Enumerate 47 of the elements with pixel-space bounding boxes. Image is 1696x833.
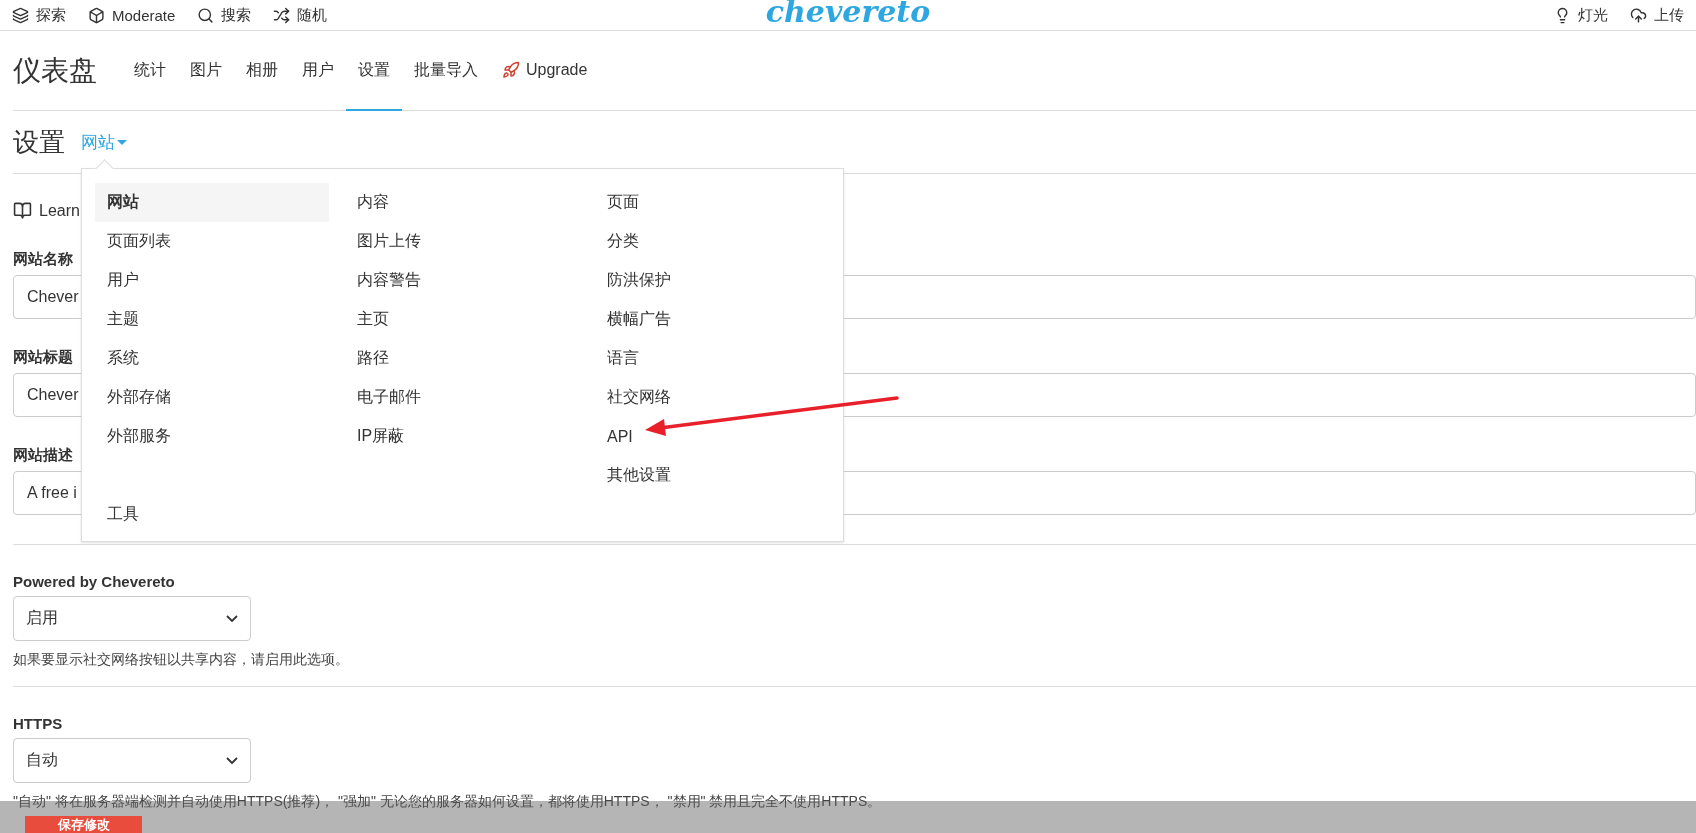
menu-item[interactable]: 分类 (595, 222, 829, 261)
book-icon (13, 201, 32, 220)
select-field[interactable]: 启用 (13, 596, 251, 641)
nav-tab[interactable]: Upgrade (490, 31, 600, 111)
menu-item[interactable]: API (595, 417, 829, 456)
shuffle-icon (273, 6, 291, 24)
top-nav-link[interactable]: 上传 (1630, 5, 1684, 25)
menu-item[interactable]: 图片上传 (345, 222, 579, 261)
top-nav-link[interactable]: 探索 (12, 5, 66, 25)
menu-item[interactable]: 外部服务 (95, 417, 329, 456)
menu-item[interactable]: 电子邮件 (345, 378, 579, 417)
cloud-upload-icon (1630, 6, 1647, 24)
top-nav-link[interactable]: 灯光 (1554, 5, 1608, 25)
chevron-icon (226, 757, 238, 764)
search-icon (197, 6, 215, 24)
caret-icon (117, 139, 127, 145)
cube-icon (88, 6, 105, 24)
field-label: Powered by Chevereto (13, 573, 175, 590)
rocket-icon (502, 61, 520, 79)
menu-item[interactable]: 页面 (595, 183, 829, 222)
chevron-icon (226, 615, 238, 622)
help-text: 如果要显示社交网络按钮以共享内容，请启用此选项。 (13, 651, 350, 669)
nav-tab[interactable]: 图片 (178, 31, 234, 111)
field-label: 网站描述 (13, 446, 73, 465)
layers-icon (12, 6, 29, 24)
nav-tab[interactable]: 批量导入 (402, 31, 490, 111)
nav-tab[interactable]: 设置 (346, 31, 402, 111)
top-nav-link[interactable]: 搜索 (197, 5, 252, 25)
section-title: 设置 (13, 125, 65, 159)
learn-link[interactable]: Learn (39, 201, 80, 220)
menu-item[interactable]: 内容 (345, 183, 579, 222)
page-title: 仪表盘 (13, 53, 97, 88)
save-button[interactable]: 保存修改 (25, 816, 142, 833)
menu-item[interactable]: 外部存储 (95, 378, 329, 417)
menu-item[interactable]: 页面列表 (95, 222, 329, 261)
nav-tab[interactable]: 用户 (290, 31, 346, 111)
field-label: 网站标题 (13, 348, 73, 367)
nav-tab[interactable]: 相册 (234, 31, 290, 111)
field-label: HTTPS (13, 715, 63, 732)
nav-tab[interactable]: 统计 (122, 31, 178, 111)
menu-item[interactable]: 网站 (95, 183, 329, 222)
select-field[interactable]: 自动 (13, 738, 251, 783)
top-nav-link[interactable]: 随机 (273, 5, 328, 25)
top-nav-link[interactable]: Moderate (88, 6, 176, 24)
menu-item[interactable]: IP屏蔽 (345, 417, 579, 456)
field-label: 网站名称 (13, 250, 73, 269)
menu-item[interactable]: 社交网络 (595, 378, 829, 417)
